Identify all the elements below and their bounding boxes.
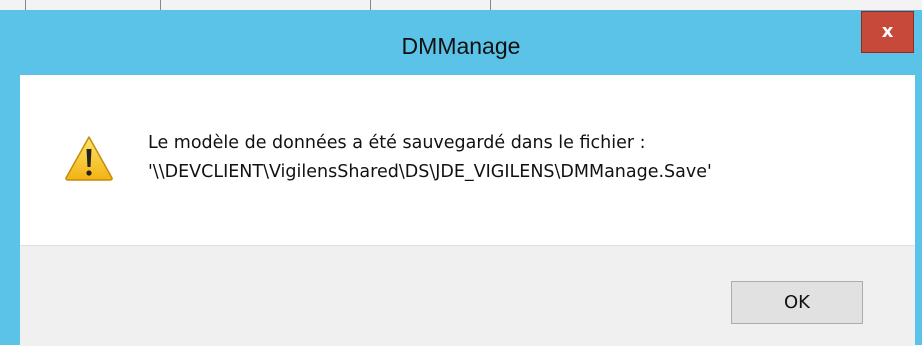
warning-icon [65,136,113,181]
close-button[interactable]: x [861,11,914,53]
dialog-client-area: Le modèle de données a été sauvegardé da… [20,75,915,346]
dialog-titlebar[interactable]: DMManage x [0,10,922,75]
background-separator [370,0,371,10]
message-file-path: '\\DEVCLIENT\VigilensShared\DS\JDE_VIGIL… [148,162,712,182]
dialog-button-bar: OK [20,245,915,346]
background-separator [490,0,491,10]
dialog-message: Le modèle de données a été sauvegardé da… [148,129,712,187]
message-content-area: Le modèle de données a été sauvegardé da… [20,75,915,245]
close-icon: x [881,21,894,42]
dialog-title: DMManage [401,33,521,59]
ok-button[interactable]: OK [731,281,863,324]
background-separator [160,0,161,10]
message-dialog: DMManage x Le modèle de données a été sa… [0,10,922,346]
background-separator [25,0,26,10]
message-line: Le modèle de données a été sauvegardé da… [148,133,646,153]
